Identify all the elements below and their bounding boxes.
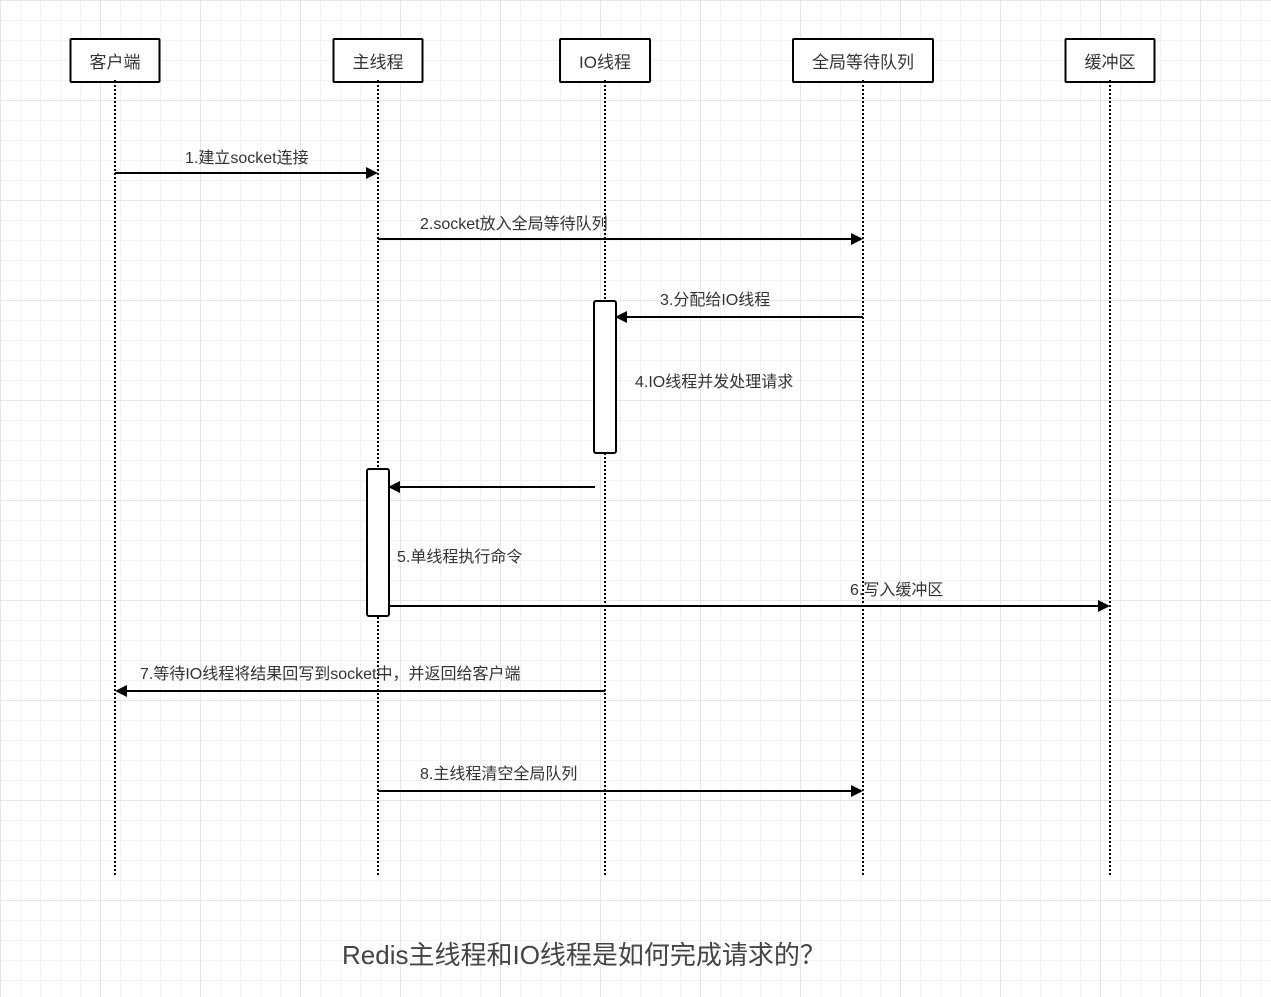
lifeline-io-thread bbox=[604, 80, 606, 875]
msg-1-arrow bbox=[115, 172, 366, 174]
msg-7-label: 7.等待IO线程将结果回写到socket中，并返回给客户端 bbox=[140, 660, 520, 684]
msg-2-arrowhead bbox=[851, 233, 863, 245]
msg-6-arrowhead bbox=[1098, 600, 1110, 612]
msg-5-label: 5.单线程执行命令 bbox=[397, 543, 522, 567]
activation-io-thread bbox=[593, 300, 617, 454]
msg-8-arrowhead bbox=[851, 785, 863, 797]
msg-3-label: 3.分配给IO线程 bbox=[660, 286, 770, 310]
participant-global-queue: 全局等待队列 bbox=[792, 38, 934, 83]
msg-7-arrowhead bbox=[115, 685, 127, 697]
msg-1-label: 1.建立socket连接 bbox=[185, 144, 309, 168]
msg-1-arrowhead bbox=[366, 167, 378, 179]
activation-main-thread bbox=[366, 468, 390, 617]
participant-io-thread: IO线程 bbox=[559, 38, 651, 83]
diagram-caption: Redis主线程和IO线程是如何完成请求的？ bbox=[342, 935, 826, 972]
msg-io-to-main-arrow bbox=[400, 486, 595, 488]
msg-3-arrow bbox=[627, 316, 863, 318]
msg-8-arrow bbox=[378, 790, 851, 792]
lifeline-global-queue bbox=[862, 80, 864, 875]
msg-io-to-main-arrowhead bbox=[388, 481, 400, 493]
msg-2-label: 2.socket放入全局等待队列 bbox=[420, 210, 608, 234]
msg-3-arrowhead bbox=[615, 311, 627, 323]
msg-2-arrow bbox=[378, 238, 851, 240]
msg-6-label: 6.写入缓冲区 bbox=[850, 576, 943, 600]
msg-4-label: 4.IO线程并发处理请求 bbox=[635, 368, 793, 392]
lifeline-buffer bbox=[1109, 80, 1111, 875]
participant-buffer: 缓冲区 bbox=[1065, 38, 1156, 83]
msg-8-label: 8.主线程清空全局队列 bbox=[420, 760, 577, 784]
msg-7-arrow bbox=[127, 690, 605, 692]
participant-client: 客户端 bbox=[70, 38, 161, 83]
msg-6-arrow bbox=[388, 605, 1098, 607]
participant-main-thread: 主线程 bbox=[333, 38, 424, 83]
lifeline-client bbox=[114, 80, 116, 875]
